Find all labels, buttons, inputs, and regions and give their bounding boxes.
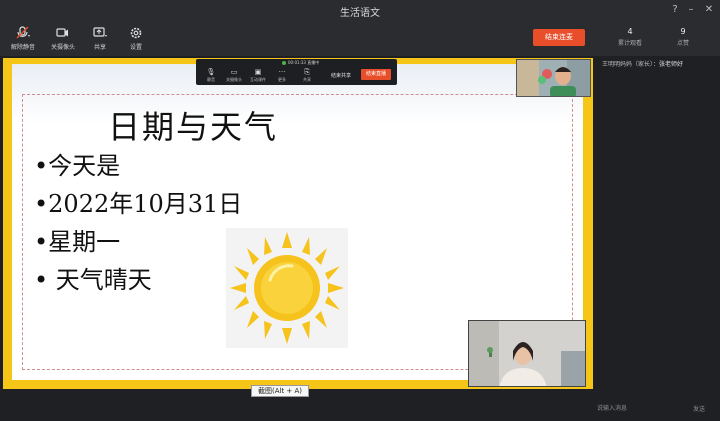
chat-panel: 王明明妈妈（家长）：张老师好 说输入消息 发送 (593, 56, 720, 421)
window-icon: ▣ (254, 68, 262, 76)
mini-more-label: 更多 (278, 77, 286, 82)
chat-sender: 王明明妈妈（家长）： (602, 61, 660, 68)
microphone-icon: 🎙 (206, 68, 216, 76)
slide-bullet: •今天是 (34, 152, 121, 180)
stat-likes-value: 9 (680, 27, 686, 36)
window-title: 生活语文 (340, 8, 380, 19)
share-button[interactable]: 共享 (83, 26, 117, 51)
mini-more-button[interactable]: ··· 更多 (271, 68, 293, 83)
share-screen-icon (83, 26, 117, 40)
gear-icon (119, 26, 153, 40)
stat-views-label: 累计观看 (617, 40, 642, 47)
participant-video-teacher[interactable] (468, 320, 586, 387)
sun-icon (230, 232, 344, 344)
mini-courseware-label: 互动课件 (250, 77, 266, 82)
share-label: 共享 (93, 44, 106, 51)
teacher-video-frame (469, 321, 585, 386)
mini-mute-button[interactable]: 🎙 静音 (200, 68, 222, 83)
mini-mute-label: 静音 (207, 77, 215, 82)
share-icon: ⎘ (304, 68, 310, 76)
unmute-label: 解除静音 (10, 44, 35, 51)
live-status: 00:01:33 直播中 (282, 60, 319, 66)
slide-bullet: •星期一 (34, 228, 121, 256)
stat-likes-label: 点赞 (676, 40, 689, 47)
camera-icon: ▭ (230, 68, 238, 76)
chat-message: 王明明妈妈（家长）：张老师好 (602, 59, 683, 68)
mini-share-button[interactable]: ⎘ 共享 (296, 68, 318, 83)
live-status-text: 00:01:33 直播中 (288, 60, 320, 65)
mini-camera-label: 关摄像头 (226, 77, 242, 82)
send-button[interactable]: 发送 (693, 404, 705, 413)
microphone-muted-icon (6, 26, 40, 40)
camera-icon (46, 26, 80, 40)
title-bar: 生活语文 ? – ✕ (0, 0, 720, 22)
mini-camera-button[interactable]: ▭ 关摄像头 (223, 68, 245, 83)
sun-image (226, 228, 348, 348)
main-toolbar: 解除静音 关摄像头 共享 设置 (0, 22, 720, 56)
end-share-button[interactable]: 结束共享 (331, 72, 351, 79)
participant-video-student[interactable] (516, 59, 591, 97)
chat-input[interactable]: 说输入消息 (597, 403, 687, 412)
mini-share-label: 共享 (303, 77, 311, 82)
settings-button[interactable]: 设置 (119, 26, 153, 51)
slide-bullet: • 天气晴天 (34, 266, 152, 294)
stat-likes: 9 点赞 (668, 27, 698, 47)
camera-off-button[interactable]: 关摄像头 (46, 26, 80, 51)
minimize-icon[interactable]: – (684, 3, 698, 17)
stat-total-views: 4 累计观看 (615, 27, 645, 47)
help-icon[interactable]: ? (668, 3, 682, 17)
close-icon[interactable]: ✕ (702, 3, 716, 17)
screenshot-tooltip: 截图(Alt + A) (251, 385, 309, 397)
end-mic-link-button[interactable]: 结束连麦 (533, 29, 585, 46)
chat-text: 张老师好 (659, 61, 684, 68)
meeting-app: 生活语文 ? – ✕ 解除静音 关摄像头 共享 设置 结束连麦 4 累计观看 9… (0, 0, 720, 421)
slide-title: 日期与天气 (108, 108, 279, 146)
camera-label: 关摄像头 (50, 44, 75, 51)
stat-views-value: 4 (627, 27, 633, 36)
live-dot-icon (282, 61, 286, 65)
student-video-frame (517, 60, 590, 96)
mini-courseware-button[interactable]: ▣ 互动课件 (247, 68, 269, 83)
more-icon: ··· (278, 68, 286, 76)
unmute-button[interactable]: 解除静音 (6, 26, 40, 51)
end-live-button[interactable]: 结束直播 (361, 69, 391, 80)
meeting-control-bar: 00:01:33 直播中 🎙 静音 ▭ 关摄像头 ▣ 互动课件 ··· 更多 ⎘… (196, 59, 397, 85)
slide-bullet: •2022年10月31日 (34, 190, 243, 218)
settings-label: 设置 (129, 44, 142, 51)
